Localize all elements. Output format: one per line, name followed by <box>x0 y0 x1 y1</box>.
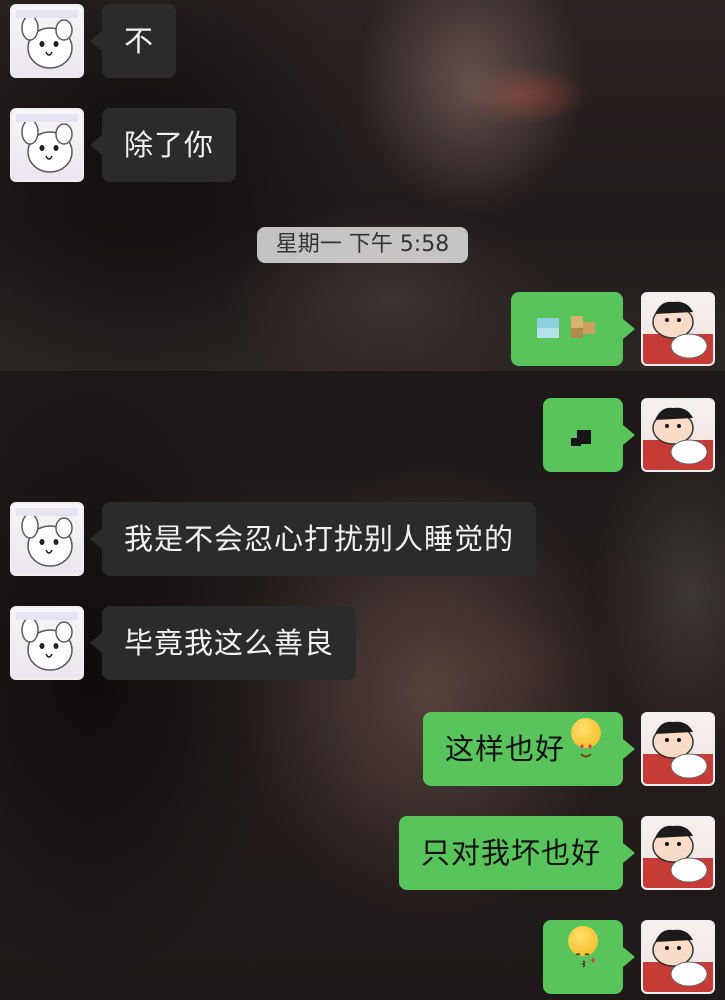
outgoing-message-bubble[interactable]: 这样也好 <box>422 712 636 786</box>
kissing-face-emoji-icon <box>568 926 598 968</box>
outgoing-message-text: 这样也好 <box>444 732 565 766</box>
friend-avatar-icon[interactable] <box>10 4 84 78</box>
message-row-3 <box>511 292 715 366</box>
self-avatar-icon[interactable] <box>641 920 715 994</box>
heart-eyes-emoji-icon <box>571 718 601 758</box>
message-row-9 <box>543 920 715 994</box>
outgoing-emoji-bubble[interactable] <box>543 920 635 994</box>
self-avatar-icon[interactable] <box>641 398 715 472</box>
self-avatar-icon[interactable] <box>641 712 715 786</box>
incoming-message-bubble[interactable]: 毕竟我这么善良 <box>89 606 357 680</box>
incoming-message-bubble[interactable]: 除了你 <box>89 108 237 182</box>
message-row-6: 毕竟我这么善良 <box>10 606 357 680</box>
message-row-7: 这样也好 <box>422 712 715 786</box>
self-avatar-icon[interactable] <box>641 816 715 890</box>
message-row-1: 不 <box>10 4 177 78</box>
message-row-5: 我是不会忍心打扰别人睡觉的 <box>10 502 537 576</box>
message-row-2: 除了你 <box>10 108 237 182</box>
friend-avatar-icon[interactable] <box>10 606 84 680</box>
incoming-message-bubble[interactable]: 我是不会忍心打扰别人睡觉的 <box>89 502 537 576</box>
incoming-message-bubble[interactable]: 不 <box>89 4 177 78</box>
self-avatar-icon[interactable] <box>641 292 715 366</box>
outgoing-sticker-bubble[interactable] <box>511 292 635 366</box>
chat-timestamp: 星期一 下午 5:58 <box>257 227 468 263</box>
outgoing-sticker-bubble[interactable] <box>543 398 635 472</box>
friend-avatar-icon[interactable] <box>10 502 84 576</box>
outgoing-message-bubble[interactable]: 只对我坏也好 <box>398 816 636 890</box>
message-row-8: 只对我坏也好 <box>398 816 715 890</box>
friend-avatar-icon[interactable] <box>10 108 84 182</box>
message-row-4 <box>543 398 715 472</box>
